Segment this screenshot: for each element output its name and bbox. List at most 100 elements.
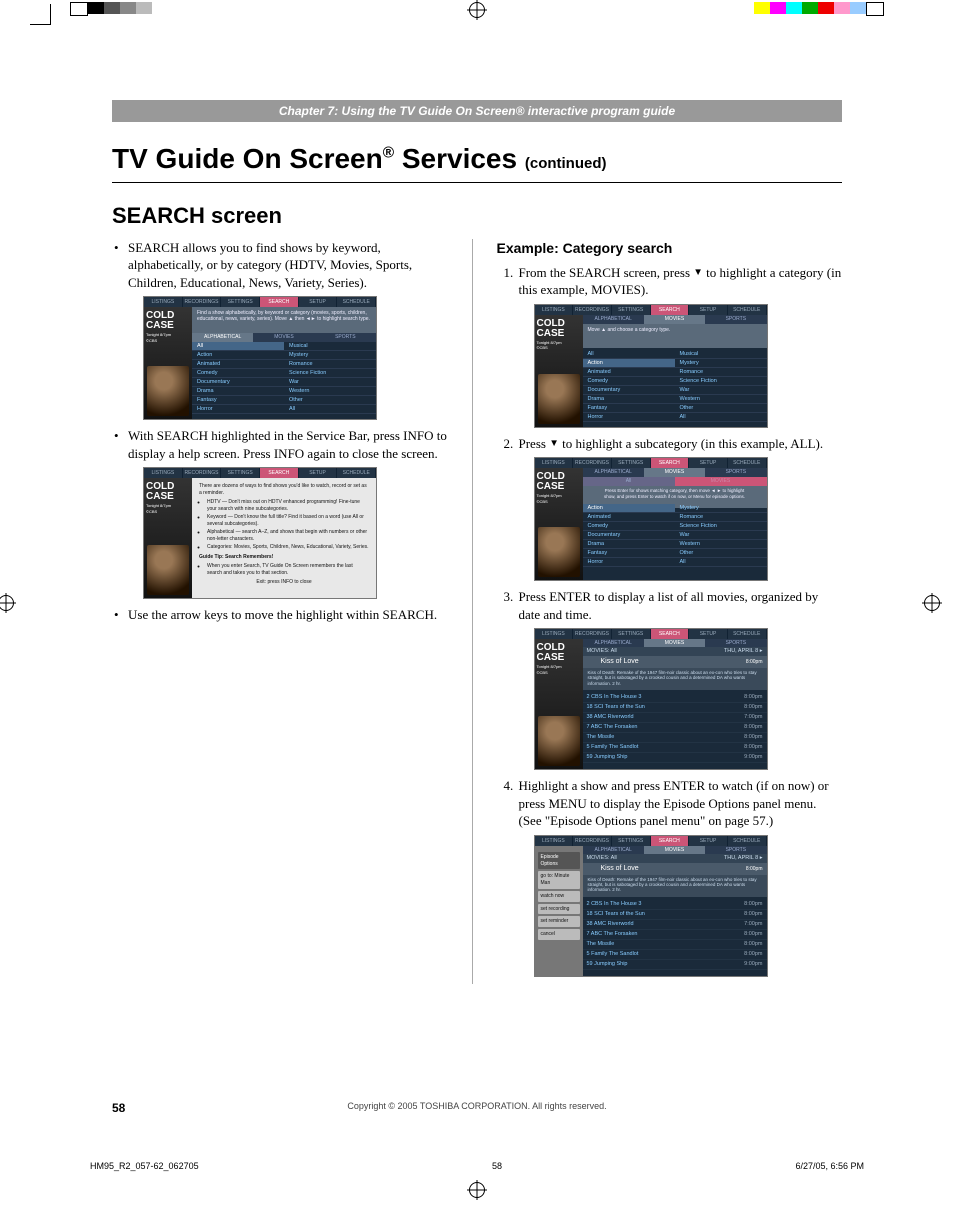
- row-title: Jumping Ship: [594, 754, 627, 760]
- results-header-left: MOVIES: All: [587, 854, 617, 863]
- subtab-movies: MOVIES: [253, 333, 314, 342]
- tab-setup: SETUP: [299, 297, 338, 307]
- registration-marks-bottom: [0, 1180, 954, 1200]
- show-thumbnail-icon: [147, 366, 189, 416]
- cat-item: Mystery: [675, 504, 767, 513]
- results-header-right: THU, APRIL 8 ▸: [724, 854, 763, 863]
- left-column: SEARCH allows you to find shows by keywo…: [112, 239, 458, 984]
- results-header-left: MOVIES: All: [587, 647, 617, 656]
- result-row: 7 ABC The Forsaken8:00pm: [583, 930, 767, 940]
- manual-page: Chapter 7: Using the TV Guide On Screen®…: [0, 0, 954, 1206]
- row-title: The Missile: [587, 734, 615, 740]
- cat-item: Drama: [192, 387, 284, 396]
- step-text: Highlight a show and press ENTER to watc…: [519, 778, 829, 828]
- row-time: 8:00pm: [744, 703, 762, 712]
- row-channel: 5 Family: [587, 744, 608, 750]
- help-bullet: Alphabetical — search A–Z, and shows tha…: [207, 529, 369, 542]
- result-row: 18 SCI Tears of the Sun 8:00pm: [583, 703, 767, 713]
- show-time: Tonight 8/7pm: [146, 503, 171, 508]
- cat-item: Fantasy: [583, 549, 675, 558]
- page-number: 58: [112, 1101, 125, 1115]
- help-bullet: Keyword — Don't know the full title? Fin…: [207, 514, 369, 527]
- chapter-header-text: Chapter 7: Using the TV Guide On Screen®…: [279, 104, 675, 118]
- page-title-continued: (continued): [525, 155, 607, 172]
- row-channel: 7 ABC: [587, 931, 603, 937]
- tab-settings: SETTINGS: [612, 305, 651, 315]
- result-row: 38 AMC Riverworld7:00pm: [583, 713, 767, 723]
- row-title: The Forsaken: [604, 931, 638, 937]
- row-title: The Sandlot: [609, 951, 639, 957]
- show-network: ©CBS: [537, 670, 548, 675]
- step-text: From the SEARCH screen, press: [519, 265, 694, 280]
- registration-marks-top: [0, 0, 954, 20]
- tab-schedule: SCHEDULE: [728, 836, 767, 846]
- cat-item: Horror: [583, 558, 675, 567]
- row-title: The Forsaken: [604, 724, 638, 730]
- cat-item: Other: [284, 396, 376, 405]
- cat-item: Romance: [284, 360, 376, 369]
- episode-options-panel: Episode Options go to: Minute Man watch …: [535, 846, 583, 976]
- row-channel: 38 AMC: [587, 921, 607, 927]
- cat-item: Western: [675, 395, 767, 404]
- page-footer: 58 Copyright © 2005 TOSHIBA CORPORATION.…: [112, 1100, 842, 1116]
- result-row: 38 AMC Riverworld7:00pm: [583, 920, 767, 930]
- tab-search: SEARCH: [651, 836, 690, 846]
- show-time: Tonight 8/7pm: [537, 493, 562, 498]
- help-panel: There are dozens of ways to find shows y…: [192, 478, 376, 598]
- registration-target-right-icon: [932, 595, 948, 611]
- cat-item: Drama: [583, 540, 675, 549]
- row-time: 8:00pm: [744, 733, 762, 742]
- cat-item: Documentary: [583, 531, 675, 540]
- cat-item: Other: [675, 404, 767, 413]
- tab-settings: SETTINGS: [612, 458, 651, 468]
- color-swatches-left: [70, 2, 152, 14]
- row-channel: 18 SCI: [587, 911, 604, 917]
- cat-item: All: [675, 413, 767, 422]
- row-channel: 18 SCI: [587, 704, 604, 710]
- show-title-2: CASE: [537, 481, 565, 492]
- cat-item: Animated: [583, 513, 675, 522]
- show-thumbnail-icon: [538, 374, 580, 424]
- help-bullet: Categories: Movies, Sports, Children, Ne…: [207, 544, 369, 551]
- cat-item: Mystery: [675, 359, 767, 368]
- result-description: Kiss of Death: Remake of the 1947 film-n…: [583, 668, 767, 690]
- show-preview-panel: COLDCASE Tonight 8/7pm©CBS: [535, 639, 583, 769]
- cat-item: All: [192, 342, 284, 351]
- bullet-item: SEARCH allows you to find shows by keywo…: [112, 239, 458, 420]
- subtab-sports: SPORTS: [705, 315, 766, 324]
- row-time: 9:00pm: [744, 960, 762, 969]
- cat-item: Western: [675, 540, 767, 549]
- bullet-text: Use the arrow keys to move the highlight…: [128, 607, 437, 622]
- show-thumbnail-icon: [147, 545, 189, 595]
- result-row: The Missile8:00pm: [583, 940, 767, 950]
- subtab-alphabetical: ALPHABETICAL: [583, 315, 644, 324]
- help-intro: There are dozens of ways to find shows y…: [199, 483, 369, 496]
- tab-schedule: SCHEDULE: [337, 297, 376, 307]
- screenshot-search-help: LISTINGS RECORDINGS SETTINGS SEARCH SETU…: [144, 468, 376, 598]
- step-item: Highlight a show and press ENTER to watc…: [517, 777, 843, 976]
- registration-target-icon: [469, 2, 485, 18]
- cat-item: Horror: [192, 405, 284, 414]
- tab-search: SEARCH: [260, 297, 299, 307]
- row-time: 8:00pm: [744, 723, 762, 732]
- results-header-right: THU, APRIL 8 ▸: [724, 647, 763, 656]
- show-title-2: CASE: [537, 652, 565, 663]
- row-title: Tears of the Sun: [605, 704, 645, 710]
- cat-item: Musical: [675, 350, 767, 359]
- cat-item: Science Fiction: [284, 369, 376, 378]
- cat-item: Animated: [192, 360, 284, 369]
- show-time: Tonight 8/7pm: [537, 664, 562, 669]
- down-arrow-icon: ▼: [549, 437, 559, 450]
- subtab-sports: SPORTS: [315, 333, 376, 342]
- step-text: to highlight a subcategory (in this exam…: [559, 436, 823, 451]
- cat-item: War: [284, 378, 376, 387]
- show-title-2: CASE: [146, 491, 174, 502]
- row-time: 8:00pm: [744, 950, 762, 959]
- cat-item: Action: [192, 351, 284, 360]
- cat-item: Other: [675, 549, 767, 558]
- row-time: 7:00pm: [744, 920, 762, 929]
- tab-listings: LISTINGS: [535, 458, 574, 468]
- option-set-recording: set recording: [538, 904, 580, 915]
- screenshot-subcategory-highlight: LISTINGS RECORDINGS SETTINGS SEARCH SETU…: [535, 458, 767, 580]
- subtab-alphabetical: ALPHABETICAL: [192, 333, 253, 342]
